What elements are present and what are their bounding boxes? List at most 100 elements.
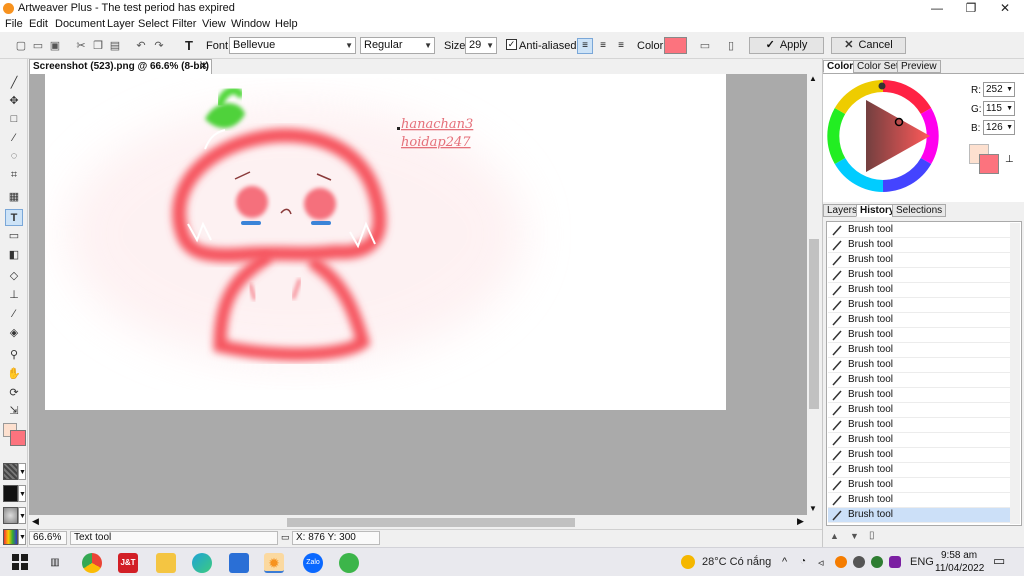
tray-app-icon[interactable] — [835, 556, 847, 568]
weather-text[interactable]: 28°C Có nắng — [702, 556, 771, 568]
task-view-icon[interactable]: ▥ — [45, 553, 65, 573]
history-item[interactable]: Brush tool — [828, 373, 1010, 388]
apply-button[interactable]: ✓ Apply — [749, 37, 824, 54]
chevron-down-icon[interactable]: ▼ — [18, 507, 26, 524]
start-icon[interactable] — [12, 554, 28, 570]
swap-colors-icon[interactable]: ⇲ — [5, 403, 23, 420]
color-wheel[interactable] — [823, 74, 963, 202]
brush-texture-swatch[interactable] — [3, 463, 18, 480]
menu-view[interactable]: View — [202, 18, 226, 30]
show-hidden-icons[interactable]: ^ — [782, 556, 787, 568]
history-item[interactable]: Brush tool — [828, 328, 1010, 343]
horizontal-scroll-thumb[interactable] — [287, 518, 575, 527]
eraser-icon[interactable]: ◇ — [5, 268, 23, 285]
menu-select[interactable]: Select — [138, 18, 169, 30]
tab-selections[interactable]: Selections — [892, 204, 947, 217]
canvas-text-line-1[interactable]: hanachan3 — [401, 117, 473, 132]
history-item[interactable]: Brush tool — [828, 433, 1010, 448]
rectangle-select-icon[interactable]: □ — [5, 111, 23, 128]
menu-document[interactable]: Document — [55, 18, 105, 30]
minimize-button[interactable]: — — [920, 0, 954, 17]
history-item[interactable]: Brush tool — [828, 253, 1010, 268]
tray-app-icon-3[interactable] — [871, 556, 883, 568]
eyedropper-icon[interactable]: ⊥ — [1005, 154, 1014, 165]
history-item[interactable]: Brush tool — [828, 388, 1010, 403]
notification-icon[interactable]: ▭ — [993, 553, 1005, 569]
history-item[interactable]: Brush tool — [828, 463, 1010, 478]
copy-icon[interactable]: ❐ — [91, 39, 105, 53]
step-down-icon[interactable]: ▼ — [850, 531, 859, 541]
history-item[interactable]: Brush tool — [828, 298, 1010, 313]
document-tab[interactable]: Screenshot (523).png @ 66.6% (8-bit) * ✕ — [29, 59, 212, 85]
g-input[interactable]: 115 ▼ — [983, 101, 1015, 116]
antialias-checkbox[interactable]: ✓ — [506, 39, 517, 50]
menu-file[interactable]: File — [5, 18, 23, 30]
scroll-down-icon[interactable]: ▼ — [809, 504, 817, 513]
rotate-icon[interactable]: ⟳ — [5, 385, 23, 402]
tray-app-icon-2[interactable] — [853, 556, 865, 568]
tab-preview[interactable]: Preview — [897, 60, 941, 73]
app-icon[interactable] — [339, 553, 359, 573]
chevron-down-icon[interactable]: ▼ — [18, 529, 26, 545]
history-item[interactable]: Brush tool — [828, 403, 1010, 418]
b-input[interactable]: 126 ▼ — [983, 120, 1015, 135]
align-center-button[interactable]: ≡ — [595, 38, 611, 54]
pattern-swatch[interactable] — [3, 507, 18, 524]
new-file-icon[interactable]: ▢ — [14, 39, 28, 53]
undo-icon[interactable]: ↶ — [134, 39, 148, 53]
history-item[interactable]: Brush tool — [828, 313, 1010, 328]
history-item[interactable]: Brush tool — [828, 223, 1010, 238]
foreground-color-swatch[interactable] — [10, 430, 26, 446]
menu-window[interactable]: Window — [231, 18, 270, 30]
eyedropper-icon[interactable]: ⁄ — [5, 306, 23, 323]
history-item[interactable]: Brush tool — [828, 418, 1010, 433]
close-window-button[interactable]: ✕ — [988, 0, 1022, 17]
file-explorer-icon[interactable] — [156, 553, 176, 573]
hand-icon[interactable]: ✋ — [5, 366, 23, 383]
crop-icon[interactable]: ⌗ — [5, 167, 23, 184]
clock-date[interactable]: 11/04/2022 — [935, 563, 984, 574]
chevron-down-icon[interactable]: ▼ — [18, 463, 26, 480]
magic-wand-icon[interactable]: ⁄ — [5, 130, 23, 147]
menu-filter[interactable]: Filter — [172, 18, 196, 30]
scroll-right-icon[interactable]: ▶ — [797, 516, 804, 527]
stamp-icon[interactable]: ⊥ — [5, 287, 23, 304]
perspective-icon[interactable]: ▦ — [5, 189, 23, 206]
jt-express-icon[interactable]: J&T — [118, 553, 138, 573]
history-item[interactable]: Brush tool — [828, 478, 1010, 493]
align-right-button[interactable]: ≡ — [613, 38, 629, 54]
horizontal-scrollbar[interactable]: ◀ ▶ — [29, 515, 807, 529]
zoom-icon[interactable]: ⚲ — [5, 347, 23, 364]
history-item[interactable]: Brush tool — [828, 268, 1010, 283]
maximize-button[interactable]: ❐ — [954, 0, 988, 17]
paste-icon[interactable]: ▤ — [108, 39, 122, 53]
panel-foreground-swatch[interactable] — [979, 154, 999, 174]
size-input[interactable]: 29 ▼ — [465, 37, 497, 54]
save-icon[interactable]: ▣ — [48, 39, 62, 53]
store-icon[interactable] — [229, 553, 249, 573]
font-select[interactable]: Bellevue ▼ — [229, 37, 356, 54]
shape-tool-icon[interactable]: ▭ — [5, 228, 23, 245]
move-tool-icon[interactable]: ✥ — [5, 93, 23, 110]
text-options-icon[interactable]: ▯ — [724, 39, 738, 53]
text-color-swatch[interactable] — [664, 37, 687, 54]
fill-bucket-icon[interactable]: ◈ — [5, 325, 23, 342]
chevron-down-icon[interactable]: ▼ — [18, 485, 26, 502]
language-indicator[interactable]: ENG — [910, 556, 934, 568]
brush-tool-icon[interactable]: ╱ — [5, 75, 23, 92]
text-tool-button[interactable]: T — [5, 209, 23, 226]
menu-edit[interactable]: Edit — [29, 18, 48, 30]
open-file-icon[interactable]: ▭ — [31, 39, 45, 53]
history-item[interactable]: Brush tool — [828, 343, 1010, 358]
gradient-icon[interactable]: ◧ — [5, 247, 23, 264]
r-input[interactable]: 252 ▼ — [983, 82, 1015, 97]
history-item[interactable]: Brush tool — [828, 448, 1010, 463]
vertical-scroll-thumb[interactable] — [809, 239, 819, 409]
history-item[interactable]: Brush tool — [828, 358, 1010, 373]
network-icon[interactable]: ◔ — [800, 556, 806, 567]
trash-icon[interactable]: ▯ — [869, 530, 875, 541]
zoom-field[interactable]: 66.6% — [29, 531, 67, 545]
history-scrollbar[interactable] — [1010, 223, 1020, 524]
step-up-icon[interactable]: ▲ — [830, 531, 839, 541]
scroll-up-icon[interactable]: ▲ — [809, 74, 817, 83]
